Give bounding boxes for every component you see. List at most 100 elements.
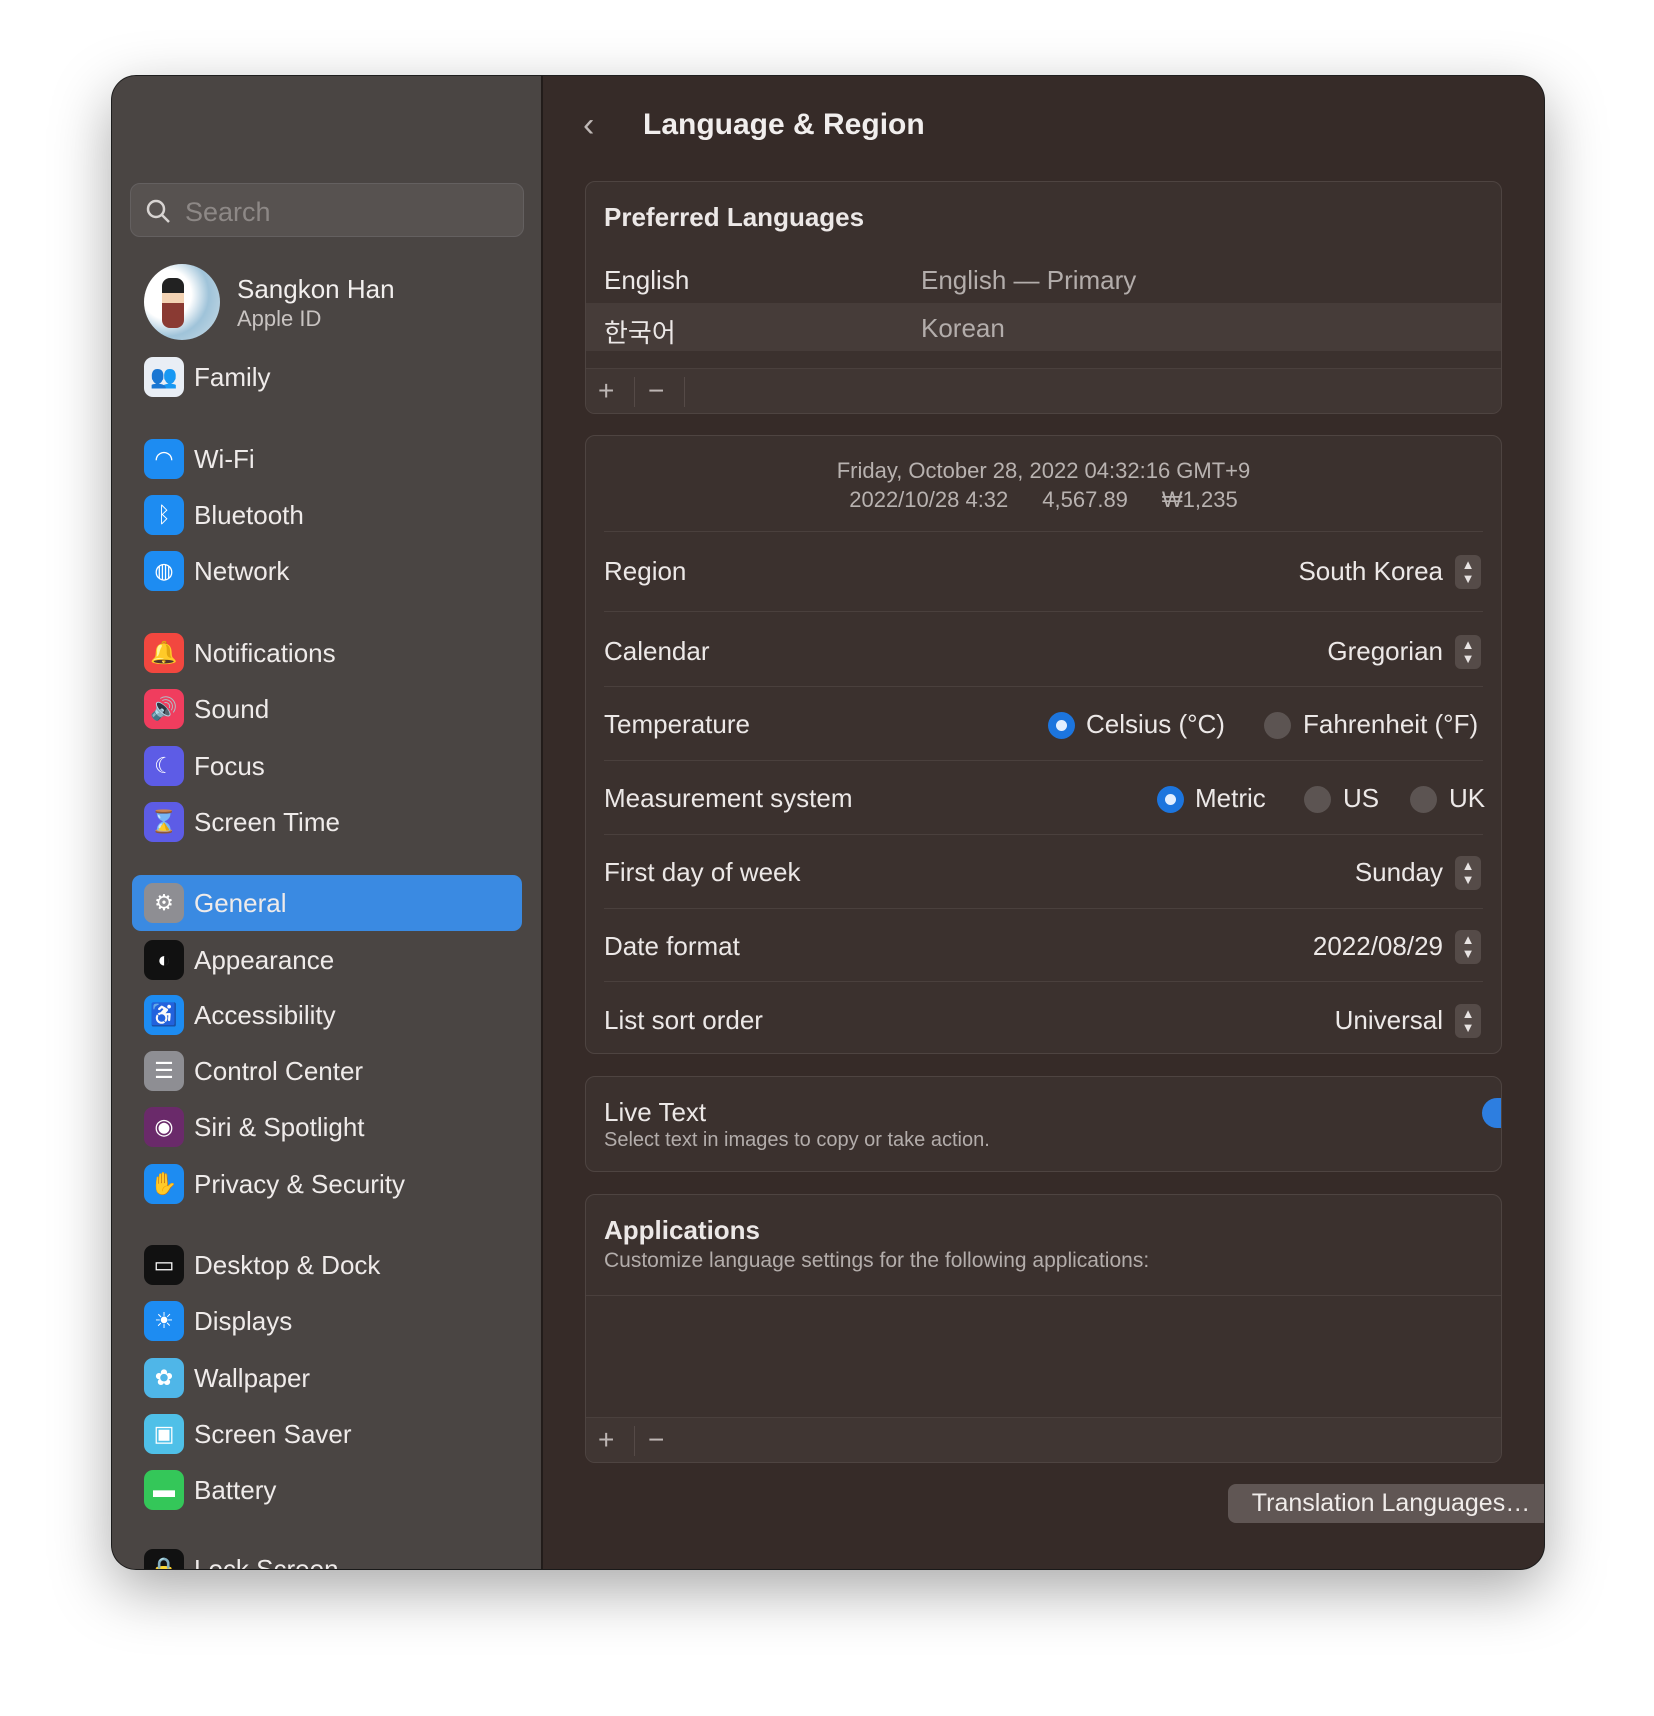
sidebar-item-label: Desktop & Dock <box>194 1250 381 1280</box>
globe-icon: ◍ <box>144 551 184 591</box>
battery-icon: ▬ <box>144 1470 184 1510</box>
calendar-stepper-icon[interactable]: ▲ ▼ <box>1455 635 1481 669</box>
sidebar-item-accessibility[interactable]: ♿ Accessibility <box>132 987 522 1043</box>
search-placeholder: Search <box>185 197 271 227</box>
temperature-label: Temperature <box>604 709 750 739</box>
sidebar-item-focus[interactable]: ☾ Focus <box>132 738 522 794</box>
settings-window: Search Sangkon Han Apple ID 👥 Family ◠ Wi-F… <box>112 76 1544 1569</box>
live-text-toggle[interactable] <box>1482 1098 1501 1128</box>
avatar[interactable] <box>144 264 220 340</box>
first-day-select[interactable]: Sunday <box>1355 857 1443 888</box>
language-row-korean[interactable]: 한국어 Korean <box>586 303 1501 351</box>
date-format-label: Date format <box>604 931 740 961</box>
applications-footer: + − <box>586 1417 1501 1462</box>
add-application-button[interactable]: + <box>598 1424 614 1456</box>
format-preview-date: 2022/10/28 4:32 <box>849 487 1009 512</box>
translation-languages-button[interactable]: Translation Languages… <box>1228 1484 1544 1523</box>
sidebar-item-label: Appearance <box>194 945 335 975</box>
user-name[interactable]: Sangkon Han <box>237 274 395 305</box>
moon-icon: ☾ <box>144 746 184 786</box>
metric-label[interactable]: Metric <box>1195 783 1266 814</box>
gear-icon: ⚙ <box>144 883 184 923</box>
bluetooth-icon: ᛒ <box>144 495 184 535</box>
celsius-radio[interactable] <box>1048 712 1075 739</box>
uk-label[interactable]: UK <box>1449 783 1485 814</box>
search-icon <box>146 199 170 223</box>
page-title: Language & Region <box>643 108 925 141</box>
region-select[interactable]: South Korea <box>1298 556 1443 587</box>
sidebar-item-lock-screen[interactable]: 🔒 Lock Screen <box>132 1541 522 1569</box>
add-language-button[interactable]: + <box>598 375 614 407</box>
preferred-languages-header: Preferred Languages <box>604 202 865 232</box>
date-format-stepper-icon[interactable]: ▲ ▼ <box>1455 930 1481 964</box>
accessibility-icon: ♿ <box>144 995 184 1035</box>
flower-icon: ✿ <box>144 1358 184 1398</box>
live-text-title: Live Text <box>604 1097 707 1127</box>
search-input[interactable]: Search <box>130 183 524 237</box>
wifi-icon: ◠ <box>144 439 184 479</box>
sidebar-item-notifications[interactable]: 🔔 Notifications <box>132 625 522 681</box>
calendar-select[interactable]: Gregorian <box>1327 636 1443 667</box>
content-pane: ‹ Language & Region Preferred Languages … <box>545 76 1544 1569</box>
first-day-stepper-icon[interactable]: ▲ ▼ <box>1455 856 1481 890</box>
sidebar-item-battery[interactable]: ▬ Battery <box>132 1462 522 1518</box>
sidebar-item-label: Accessibility <box>194 1000 336 1030</box>
us-label[interactable]: US <box>1343 783 1379 814</box>
date-format-select[interactable]: 2022/08/29 <box>1313 931 1443 962</box>
first-day-label: First day of week <box>604 857 801 887</box>
language-name: 한국어 <box>604 318 676 348</box>
sort-order-stepper-icon[interactable]: ▲ ▼ <box>1455 1004 1481 1038</box>
fahrenheit-label[interactable]: Fahrenheit (°F) <box>1303 709 1478 740</box>
preferred-languages-panel: Preferred Languages English English — Pr… <box>585 181 1502 414</box>
sidebar-item-wallpaper[interactable]: ✿ Wallpaper <box>132 1350 522 1406</box>
hand-icon: ✋ <box>144 1164 184 1204</box>
language-desc: Korean <box>921 313 1005 343</box>
dock-icon: ▭ <box>144 1245 184 1285</box>
siri-icon: ◉ <box>144 1107 184 1147</box>
sidebar-item-siri-spotlight[interactable]: ◉ Siri & Spotlight <box>132 1099 522 1155</box>
sidebar-item-wi-fi[interactable]: ◠ Wi-Fi <box>132 431 522 487</box>
sidebar-item-label: Displays <box>194 1306 293 1336</box>
sun-icon: ☀ <box>144 1301 184 1341</box>
divider <box>634 377 635 407</box>
sidebar-item-label: Wallpaper <box>194 1363 311 1393</box>
sidebar-item-label: General <box>194 888 287 918</box>
sidebar-item-label: Wi-Fi <box>194 444 255 474</box>
uk-radio[interactable] <box>1410 786 1437 813</box>
back-chevron-icon[interactable]: ‹ <box>583 106 594 145</box>
fahrenheit-radio[interactable] <box>1264 712 1291 739</box>
sidebar-item-family[interactable]: 👥 Family <box>132 349 522 405</box>
sidebar-item-appearance[interactable]: ◐ Appearance <box>132 932 522 988</box>
sidebar-item-control-center[interactable]: ☰ Control Center <box>132 1043 522 1099</box>
sidebar-item-general[interactable]: ⚙ General <box>132 875 522 931</box>
appearance-icon: ◐ <box>144 940 184 980</box>
sidebar-item-displays[interactable]: ☀ Displays <box>132 1293 522 1349</box>
format-preview-number: 4,567.89 <box>1042 487 1128 512</box>
region-stepper-icon[interactable]: ▲ ▼ <box>1455 555 1481 589</box>
language-row-english[interactable]: English English — Primary <box>586 255 1501 303</box>
sidebar-item-network[interactable]: ◍ Network <box>132 543 522 599</box>
hourglass-icon: ⌛ <box>144 802 184 842</box>
control-center-icon: ☰ <box>144 1051 184 1091</box>
remove-application-button[interactable]: − <box>648 1424 664 1456</box>
bell-icon: 🔔 <box>144 633 184 673</box>
sidebar-item-screen-time[interactable]: ⌛ Screen Time <box>132 794 522 850</box>
sidebar-item-label: Control Center <box>194 1056 364 1086</box>
sidebar-item-desktop-dock[interactable]: ▭ Desktop & Dock <box>132 1237 522 1293</box>
language-desc: English — Primary <box>921 265 1137 295</box>
sort-order-select[interactable]: Universal <box>1335 1005 1443 1036</box>
sidebar-item-screen-saver[interactable]: ▣ Screen Saver <box>132 1406 522 1462</box>
us-radio[interactable] <box>1304 786 1331 813</box>
sidebar-item-sound[interactable]: 🔊 Sound <box>132 681 522 737</box>
live-text-panel: Live Text Select text in images to copy … <box>585 1076 1502 1172</box>
live-text-subtitle: Select text in images to copy or take ac… <box>604 1129 990 1151</box>
region-label: Region <box>604 556 687 586</box>
sidebar-item-label: Bluetooth <box>194 500 304 530</box>
celsius-label[interactable]: Celsius (°C) <box>1086 709 1225 740</box>
sidebar-item-bluetooth[interactable]: ᛒ Bluetooth <box>132 487 522 543</box>
metric-radio[interactable] <box>1157 786 1184 813</box>
remove-language-button[interactable]: − <box>648 375 664 407</box>
sidebar-item-privacy-security[interactable]: ✋ Privacy & Security <box>132 1156 522 1212</box>
sidebar-item-label: Notifications <box>194 638 336 668</box>
sidebar-item-label: Screen Saver <box>194 1419 352 1449</box>
